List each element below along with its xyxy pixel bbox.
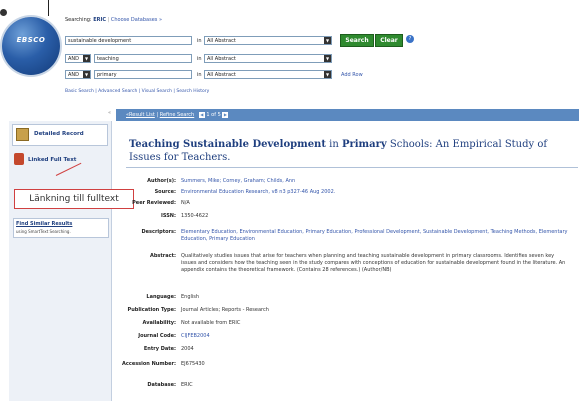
search-input-2[interactable]: teaching <box>94 54 192 63</box>
next-icon[interactable]: ▶ <box>222 112 229 118</box>
boolean-select-3[interactable]: AND ▼ <box>65 70 91 79</box>
source-link[interactable]: Environmental Education Research, v8 n3 … <box>181 189 571 196</box>
field-select-2[interactable]: All Abstract ▼ <box>204 54 332 63</box>
boolean-value: AND <box>68 56 80 62</box>
title-part: Teaching Sustainable Development <box>129 139 326 150</box>
boolean-value: AND <box>68 72 80 78</box>
field-select-value: All Abstract <box>207 38 236 44</box>
logo-text: EBSCO <box>16 36 46 44</box>
field-select-1[interactable]: All Abstract ▼ <box>204 36 332 45</box>
field-label: Database: <box>147 382 176 388</box>
author-link[interactable]: Summers, Mike; Corney, Graham; Childs, A… <box>181 178 571 185</box>
linked-full-text-link[interactable]: Linked Full Text <box>28 157 76 163</box>
choose-databases-link[interactable]: Choose Databases » <box>111 17 162 23</box>
in-label: in <box>197 38 202 44</box>
field-select-value: All Abstract <box>207 72 236 78</box>
field-value: English <box>181 294 200 300</box>
field-label: Author(s): <box>147 178 176 184</box>
field-select-value: All Abstract <box>207 56 236 62</box>
search-mode-links[interactable]: Basic Search | Advanced Search | Visual … <box>65 89 209 94</box>
field-label: Accession Number: <box>122 361 176 367</box>
result-navigation-bar: «Result List | Refine Search ◀ 1 of 5 ▶ <box>116 109 579 121</box>
field-label: Abstract: <box>149 253 176 259</box>
title-part: Primary <box>341 139 387 150</box>
abstract-text: Qualitatively studies issues that arise … <box>181 253 566 273</box>
collapse-icon[interactable]: « <box>108 110 111 116</box>
detailed-record-label[interactable]: Detailed Record <box>34 131 84 137</box>
field-label: Publication Type: <box>127 307 176 313</box>
chevron-down-icon[interactable]: ▼ <box>83 55 90 62</box>
document-icon <box>16 128 29 141</box>
search-input-1[interactable]: sustainable development <box>65 36 192 45</box>
title-part: in <box>325 139 342 150</box>
field-label: Source: <box>154 189 176 195</box>
field-label: Journal Code: <box>138 333 176 339</box>
field-value: 2004 <box>181 346 194 352</box>
record-title: Teaching Sustainable Development in Prim… <box>129 138 569 164</box>
ebsco-logo[interactable] <box>2 17 60 75</box>
clear-button[interactable]: Clear <box>375 34 403 47</box>
field-select-3[interactable]: All Abstract ▼ <box>204 70 332 79</box>
search-button[interactable]: Search <box>340 34 374 47</box>
descriptor-links[interactable]: Elementary Education, Environmental Educ… <box>181 229 571 243</box>
database-name: ERIC <box>93 17 106 23</box>
bullet-icon <box>0 9 7 16</box>
field-label: Descriptors: <box>141 229 176 235</box>
field-value: Not available from ERIC <box>181 320 241 326</box>
left-panel <box>9 121 112 401</box>
help-icon[interactable]: ? <box>406 35 414 43</box>
find-similar-link[interactable]: Find Similar Results <box>16 221 72 227</box>
title-divider <box>126 167 578 168</box>
boolean-select-2[interactable]: AND ▼ <box>65 54 91 63</box>
in-label: in <box>197 72 202 78</box>
field-label: Entry Date: <box>143 346 176 352</box>
field-value: Journal Articles; Reports - Research <box>181 307 269 313</box>
field-value: 1350-4622 <box>181 213 209 219</box>
field-value: ERIC <box>181 382 193 388</box>
page-indicator: 1 of 5 <box>206 112 221 118</box>
journal-code-link[interactable]: CIJFEB2004 <box>181 333 571 340</box>
add-row-link[interactable]: Add Row <box>341 72 363 78</box>
field-label: Availability: <box>142 320 177 326</box>
search-input-3[interactable]: primary <box>94 70 192 79</box>
chevron-down-icon[interactable]: ▼ <box>324 55 331 62</box>
field-value: EJ675430 <box>181 361 205 367</box>
field-label: ISSN: <box>160 213 176 219</box>
linked-full-text-icon[interactable] <box>14 153 24 165</box>
field-label: Peer Reviewed: <box>132 200 176 206</box>
searching-line: Searching: ERIC | Choose Databases » <box>65 17 163 23</box>
chevron-down-icon[interactable]: ▼ <box>83 71 90 78</box>
field-value: N/A <box>181 200 190 206</box>
in-label: in <box>197 56 202 62</box>
searching-label: Searching: <box>65 17 92 23</box>
previous-icon[interactable]: ◀ <box>198 112 205 118</box>
refine-search-link[interactable]: Refine Search <box>160 112 195 118</box>
result-list-link[interactable]: «Result List <box>126 112 155 118</box>
field-label: Language: <box>146 294 176 300</box>
find-similar-subtext: using SmartText Searching. <box>16 229 71 234</box>
divider <box>48 0 49 16</box>
chevron-down-icon[interactable]: ▼ <box>324 71 331 78</box>
chevron-down-icon[interactable]: ▼ <box>324 37 331 44</box>
